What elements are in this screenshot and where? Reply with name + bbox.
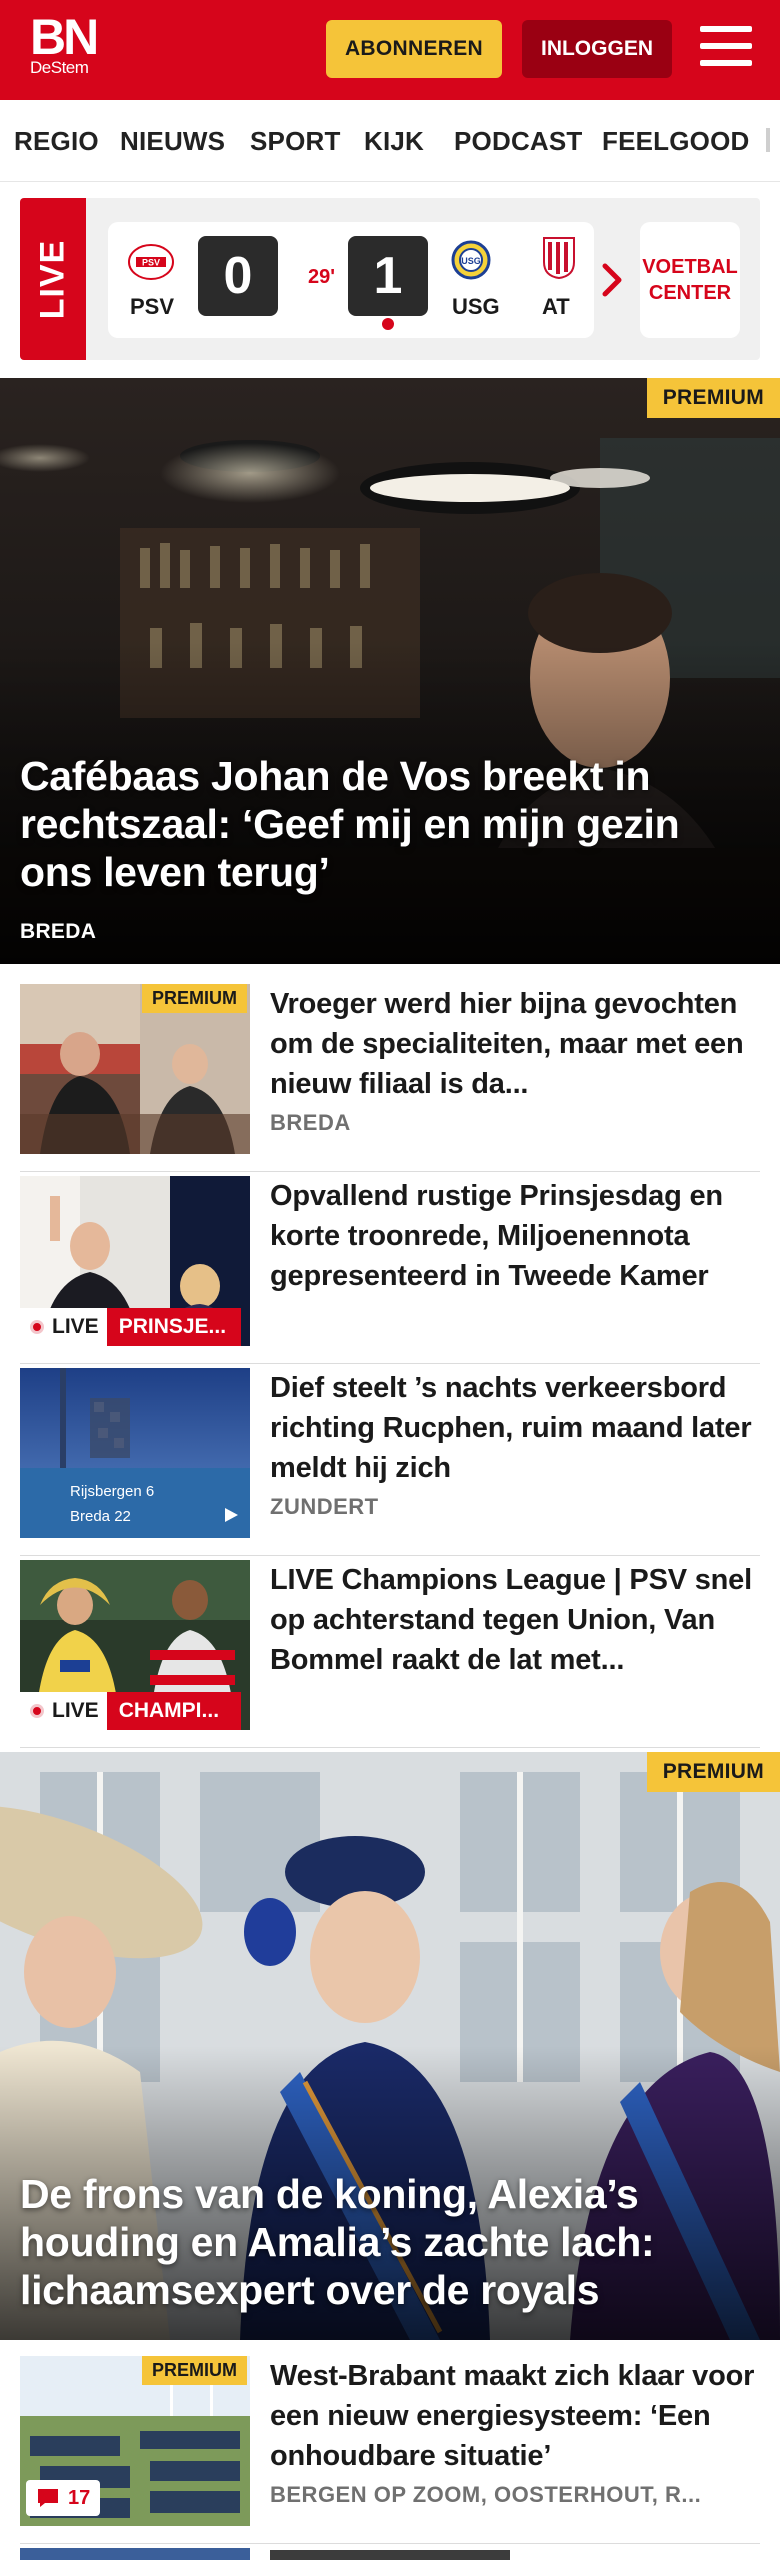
- site-logo[interactable]: BN DeStem: [30, 9, 110, 78]
- hamburger-menu-icon[interactable]: [700, 26, 752, 70]
- article-thumbnail: PREMIUM: [20, 984, 250, 1154]
- away-team-name: USG: [452, 294, 500, 319]
- list-item[interactable]: LIVE PRINSJE... Opvallend rustige Prinsj…: [20, 1176, 760, 1364]
- article-title[interactable]: Dief steelt ’s nachts verkeers­bord rich…: [270, 1368, 760, 1488]
- svg-text:USG: USG: [461, 256, 481, 266]
- sign-text-line-2: Breda 22: [70, 1508, 131, 1525]
- logo-sub-text: DeStem: [30, 58, 89, 77]
- list-item[interactable]: PREMIUM 17 West-Brabant maakt zich klaar…: [20, 2356, 760, 2544]
- list-item[interactable]: PREMIUM Vroeger werd hier bijna gevochte…: [20, 984, 760, 1172]
- article-thumbnail: LIVE CHAMPI...: [20, 1560, 250, 1730]
- comment-icon: [38, 2489, 58, 2507]
- goal-indicator-dot: [382, 318, 394, 330]
- nav-overflow-indicator: [766, 128, 770, 152]
- nav-item-kijk[interactable]: KIJK: [364, 126, 424, 157]
- site-header: BN DeStem ABONNEREN INLOGGEN: [0, 0, 780, 100]
- article-thumbnail: Rijsbergen 6 Breda 22: [20, 1368, 250, 1538]
- article-title[interactable]: LIVE Champions League | PSV snel op acht…: [270, 1560, 760, 1680]
- article-title[interactable]: Opvallend rustige Prinsjesdag en korte t…: [270, 1176, 760, 1296]
- thumb-photo-road-sign: Rijsbergen 6 Breda 22: [20, 1368, 250, 1538]
- article-location: BERGEN OP ZOOM, OOSTERHOUT, R...: [270, 2482, 702, 2507]
- next-team-name: AT: [542, 294, 570, 319]
- login-button[interactable]: INLOGGEN: [522, 20, 672, 78]
- nav-item-feelgood[interactable]: FEELGOOD: [602, 126, 750, 157]
- sign-text-line-1: Rijsbergen 6: [70, 1483, 154, 1500]
- list-item[interactable]: Rijsbergen 6 Breda 22 Dief steelt ’s nac…: [20, 1368, 760, 1556]
- nav-item-sport[interactable]: SPORT: [250, 126, 341, 157]
- home-score: 0: [198, 236, 278, 316]
- premium-badge: PREMIUM: [646, 378, 780, 418]
- home-team-name: PSV: [130, 294, 175, 319]
- premium-badge: PREMIUM: [142, 2356, 247, 2385]
- list-item[interactable]: LIVE CHAMPI... LIVE Champions League | P…: [20, 1560, 760, 1748]
- nav-item-regio[interactable]: REGIO: [14, 126, 99, 157]
- article-location: BREDA: [270, 1110, 351, 1135]
- svg-text:PSV: PSV: [142, 258, 160, 268]
- article-title[interactable]: Vroeger werd hier bijna gevochten om de …: [270, 984, 760, 1104]
- hero-article-cafebaas[interactable]: PREMIUM Cafébaas Johan de Vos breekt in …: [0, 378, 780, 964]
- live-label: LIVE: [52, 1699, 99, 1722]
- next-match-card[interactable]: AT: [520, 222, 594, 338]
- comment-count: 17: [68, 2486, 91, 2509]
- away-score: 1: [348, 236, 428, 316]
- live-dot-icon: [30, 1704, 44, 1718]
- live-badge: LIVE CHAMPI...: [20, 1692, 241, 1730]
- premium-badge: PREMIUM: [646, 1752, 780, 1792]
- psv-logo-icon: PSV: [128, 244, 174, 280]
- article-thumbnail: PREMIUM 17: [20, 2356, 250, 2526]
- hero-title[interactable]: Cafébaas Johan de Vos breekt in rechtsza…: [20, 752, 760, 896]
- next-article-title-peek: [270, 2550, 510, 2560]
- hero-article-royals[interactable]: PREMIUM De frons van de koning, Alexia’s…: [0, 1752, 780, 2340]
- next-article-thumbnail-peek: [20, 2548, 250, 2560]
- live-label: LIVE: [52, 1315, 99, 1338]
- live-scores-bar: LIVE PSV PSV 0 29' 1 USG USG AT VOETBAL …: [20, 198, 760, 360]
- live-topic-label: CHAMPI...: [106, 1692, 241, 1730]
- logo-main-text: BN: [30, 9, 99, 65]
- article-title[interactable]: West-Brabant maakt zich klaar voor een n…: [270, 2356, 760, 2476]
- premium-badge: PREMIUM: [142, 984, 247, 1013]
- live-badge: LIVE PRINSJE...: [20, 1308, 241, 1346]
- nav-item-podcast[interactable]: PODCAST: [454, 126, 583, 157]
- live-tag-label: LIVE: [33, 239, 72, 319]
- voetbal-center-button[interactable]: VOETBAL CENTER: [640, 222, 740, 338]
- hero-title[interactable]: De frons van de koning, Alexia’s houding…: [20, 2170, 760, 2314]
- chevron-right-icon[interactable]: [593, 260, 633, 300]
- nav-item-nieuws[interactable]: NIEUWS: [120, 126, 225, 157]
- live-tag: LIVE: [20, 198, 86, 360]
- section-nav: REGIO NIEUWS SPORT KIJK PODCAST FEELGOOD: [0, 100, 780, 182]
- article-location: ZUNDERT: [270, 1494, 379, 1519]
- athletic-logo-icon: [543, 237, 575, 280]
- article-thumbnail: LIVE PRINSJE...: [20, 1176, 250, 1346]
- live-topic-label: PRINSJE...: [106, 1308, 241, 1346]
- match-minute: 29': [308, 266, 336, 288]
- live-dot-icon: [30, 1320, 44, 1334]
- subscribe-button[interactable]: ABONNEREN: [326, 20, 502, 78]
- comment-count-badge[interactable]: 17: [26, 2480, 101, 2516]
- usg-logo-icon: USG: [451, 240, 491, 280]
- hero-location-label: BREDA: [20, 920, 97, 943]
- match-card[interactable]: PSV PSV 0 29' 1 USG USG: [108, 222, 572, 338]
